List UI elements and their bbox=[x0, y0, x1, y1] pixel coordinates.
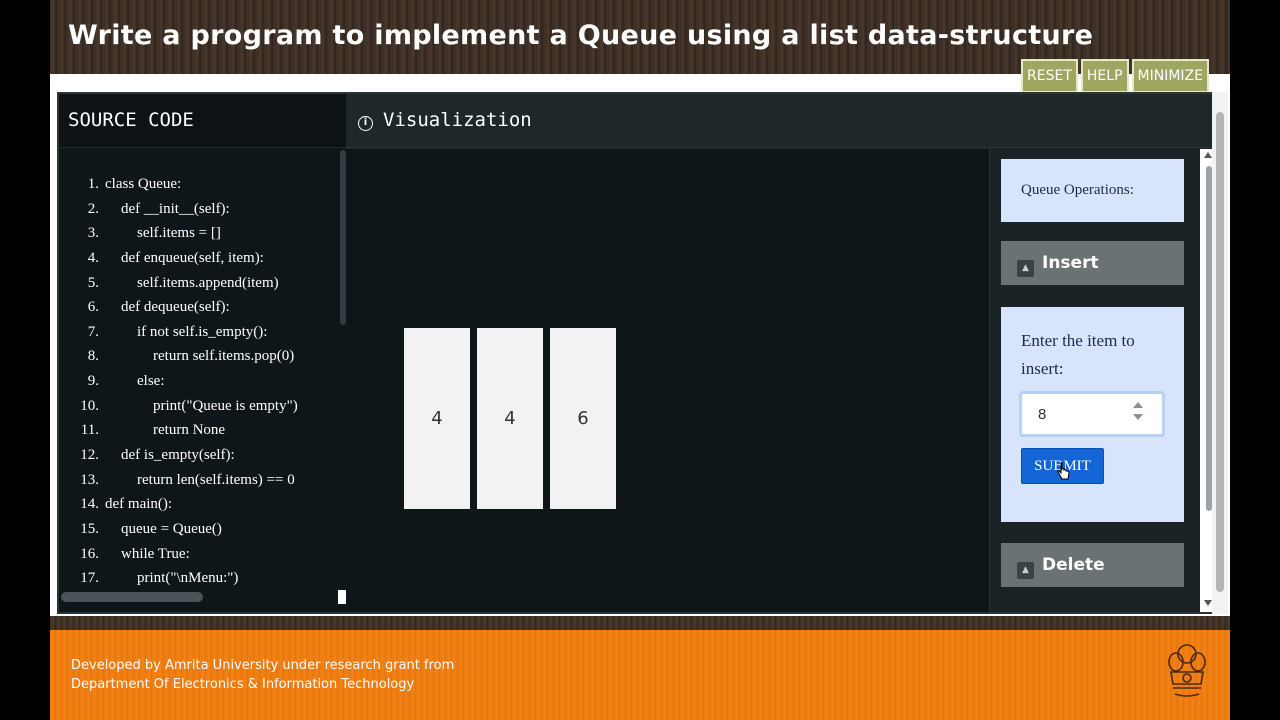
code-line: 15. queue = Queue() bbox=[59, 517, 339, 542]
simulation-frame: SOURCE CODE 1. class Queue: 2. def __init__… bbox=[57, 92, 1219, 614]
code-line: 4. def enqueue(self, item): bbox=[59, 246, 339, 271]
code-text: else: bbox=[137, 373, 165, 390]
spin-down-icon[interactable] bbox=[1133, 414, 1143, 420]
insert-label: Insert bbox=[1042, 253, 1099, 273]
footer: Developed by Amrita University under res… bbox=[50, 630, 1230, 720]
top-toolbar: RESET HELP MINIMIZE bbox=[1021, 59, 1209, 93]
queue-display: 4 4 6 bbox=[404, 328, 616, 509]
code-text: def enqueue(self, item): bbox=[121, 249, 264, 266]
info-icon[interactable]: i bbox=[358, 116, 373, 131]
queue-cell: 6 bbox=[550, 328, 616, 509]
code-line: 1. class Queue: bbox=[59, 172, 339, 197]
number-spinner[interactable] bbox=[1132, 402, 1144, 428]
insert-prompt: Enter the item to insert: bbox=[1021, 331, 1135, 378]
code-text: while True: bbox=[121, 545, 190, 562]
footer-credits: Developed by Amrita University under res… bbox=[71, 656, 454, 694]
code-text: def dequeue(self): bbox=[121, 299, 230, 316]
line-number: 16. bbox=[80, 545, 99, 562]
page-scrollbar[interactable] bbox=[1212, 92, 1228, 614]
line-number: 1. bbox=[87, 176, 99, 192]
page-scroll-thumb[interactable] bbox=[1216, 112, 1224, 592]
insert-icon: ▲ bbox=[1017, 260, 1034, 277]
code-line: 9. else: bbox=[59, 369, 339, 394]
code-text: return len(self.items) == 0 bbox=[137, 471, 295, 488]
code-text: queue = Queue() bbox=[121, 520, 222, 537]
national-emblem-icon bbox=[1168, 644, 1206, 697]
code-line: 2. def __init__(self): bbox=[59, 197, 339, 222]
source-code-panel: SOURCE CODE 1. class Queue: 2. def __init__… bbox=[59, 94, 346, 612]
code-line: 10. print("Queue is empty") bbox=[59, 394, 339, 419]
line-number: 7. bbox=[87, 323, 99, 340]
code-text: print("\nMenu:") bbox=[137, 570, 239, 587]
code-text: self.items = [] bbox=[137, 225, 221, 242]
insert-accordion-button[interactable]: ▲ Insert bbox=[1001, 241, 1184, 285]
delete-icon: ▲ bbox=[1017, 562, 1034, 579]
code-line: 6. def dequeue(self): bbox=[59, 295, 339, 320]
line-number: 14. bbox=[80, 496, 99, 513]
code-line: 3. self.items = [] bbox=[59, 221, 339, 246]
line-number: 8. bbox=[87, 348, 99, 365]
minimize-button[interactable]: MINIMIZE bbox=[1131, 59, 1209, 93]
simulator-page: Write a program to implement a Queue usi… bbox=[50, 0, 1230, 720]
code-line: 17. print("\nMenu:") bbox=[59, 566, 339, 591]
scroll-down-icon[interactable] bbox=[1204, 600, 1212, 606]
code-line: 5. self.items.append(item) bbox=[59, 271, 339, 296]
visualization-canvas: 4 4 6 bbox=[346, 149, 990, 612]
delete-label: Delete bbox=[1042, 555, 1105, 575]
code-line: 13. return len(self.items) == 0 bbox=[59, 468, 339, 493]
code-text: return None bbox=[153, 422, 226, 439]
item-number-input[interactable]: 8 bbox=[1019, 391, 1165, 437]
line-number: 2. bbox=[87, 200, 99, 217]
code-text: def __init__(self): bbox=[121, 200, 230, 217]
scroll-up-icon[interactable] bbox=[1204, 152, 1212, 158]
spin-up-icon[interactable] bbox=[1133, 402, 1143, 408]
code-text: class Queue: bbox=[105, 176, 182, 192]
source-code-title: SOURCE CODE bbox=[59, 94, 346, 148]
code-line: 16. while True: bbox=[59, 542, 339, 567]
code-line: 8. return self.items.pop(0) bbox=[59, 344, 339, 369]
code-line: 12. def is_empty(self): bbox=[59, 443, 339, 468]
insert-form: Enter the item to insert: 8 SUBMIT bbox=[1001, 307, 1184, 522]
code-listing: 1. class Queue: 2. def __init__(self): 3. sel… bbox=[59, 172, 339, 591]
operations-panel: Queue Operations: ▲ Insert Enter the item… bbox=[991, 149, 1199, 612]
code-text: if not self.is_empty(): bbox=[137, 323, 268, 340]
footer-line-1: Developed by Amrita University under res… bbox=[71, 658, 455, 673]
operations-title: Queue Operations: bbox=[1001, 159, 1184, 222]
code-text: def is_empty(self): bbox=[121, 447, 235, 464]
queue-cell: 4 bbox=[477, 328, 543, 509]
line-number: 5. bbox=[87, 274, 99, 291]
line-number: 4. bbox=[87, 249, 99, 266]
code-line: 7. if not self.is_empty(): bbox=[59, 320, 339, 345]
code-line: 11. return None bbox=[59, 418, 339, 443]
line-number: 12. bbox=[80, 447, 99, 464]
visualization-header: i Visualization bbox=[346, 94, 1217, 148]
line-number: 9. bbox=[87, 373, 99, 390]
visualization-title: Visualization bbox=[383, 109, 532, 131]
footer-line-2: Department Of Electronics & Information … bbox=[71, 677, 415, 692]
line-number: 10. bbox=[80, 397, 99, 414]
scroll-corner bbox=[338, 590, 346, 604]
line-number: 11. bbox=[80, 422, 99, 439]
line-number: 6. bbox=[87, 299, 99, 316]
queue-cell: 4 bbox=[404, 328, 470, 509]
item-input-value: 8 bbox=[1038, 406, 1047, 423]
code-text: return self.items.pop(0) bbox=[153, 348, 295, 365]
code-text: def main(): bbox=[105, 496, 173, 513]
code-text: print("Queue is empty") bbox=[153, 397, 298, 414]
line-number: 13. bbox=[80, 471, 99, 488]
delete-accordion-button[interactable]: ▲ Delete bbox=[1001, 543, 1184, 587]
page-title: Write a program to implement a Queue usi… bbox=[68, 20, 1094, 51]
reset-button[interactable]: RESET bbox=[1021, 59, 1078, 93]
footer-stripe bbox=[50, 616, 1230, 630]
help-button[interactable]: HELP bbox=[1080, 59, 1129, 93]
code-line: 14. def main(): bbox=[59, 492, 339, 517]
line-number: 17. bbox=[80, 570, 99, 587]
line-number: 3. bbox=[87, 225, 99, 242]
hand-cursor-icon bbox=[1057, 462, 1070, 480]
source-horizontal-scrollbar[interactable] bbox=[61, 592, 203, 602]
code-text: self.items.append(item) bbox=[137, 274, 279, 291]
line-number: 15. bbox=[80, 520, 99, 537]
